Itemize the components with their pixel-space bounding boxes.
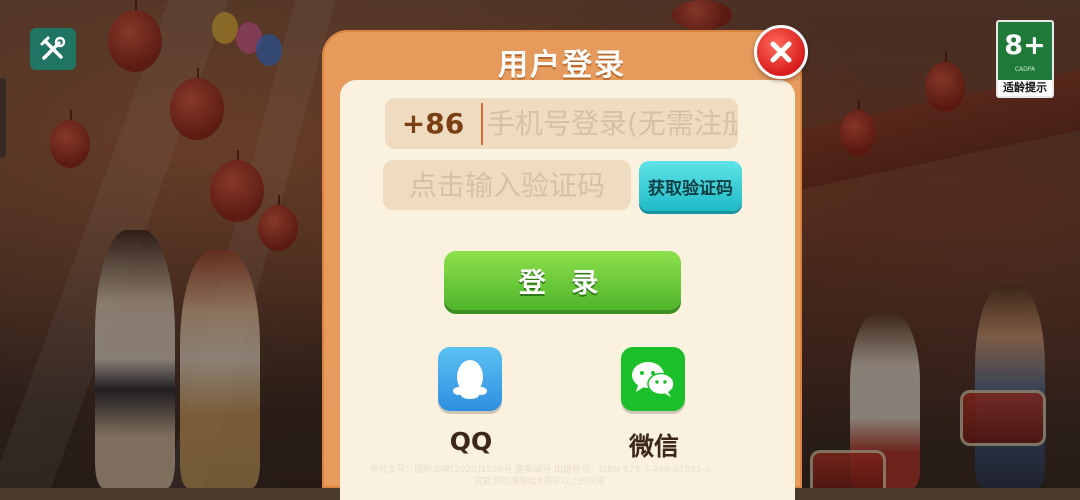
qq-label: QQ [449,427,493,456]
country-code[interactable]: +86 [385,107,481,140]
wechat-label: 微信 [628,432,679,461]
tools-button[interactable] [30,28,76,70]
qq-login[interactable]: QQ [438,347,504,456]
dialog-title: 用户登录 [498,48,626,83]
get-code-button[interactable]: 获取验证码 [639,161,742,211]
wechat-login[interactable]: 微信 [621,347,687,463]
wechat-icon [632,362,675,397]
qq-penguin-icon [453,360,487,399]
side-edge-tab[interactable] [0,78,6,158]
phone-field: +86 [385,98,738,149]
login-button[interactable]: 登 录 [444,251,681,310]
close-button[interactable] [754,25,808,79]
verification-code-field [383,160,631,210]
age-rating-value: 8+ [1004,30,1046,61]
age-rating-badge[interactable]: 8+ CADPA 适龄提示 [996,20,1054,98]
compliance-footer: 审批文号：国新出审[2020]1558号 备案编号 出版物号：ISBN 978-… [0,464,1080,488]
phone-input[interactable] [483,107,737,140]
tools-icon [40,36,66,60]
age-rating-subtext: CADPA [1014,66,1036,73]
footer-line-1: 审批文号：国新出审[2020]1558号 备案编号 出版物号：ISBN 978-… [369,465,711,475]
qq-login-button[interactable] [438,347,502,411]
close-icon [770,41,792,63]
verification-code-input[interactable] [383,168,631,202]
wechat-login-button[interactable] [621,347,685,411]
age-rating-tag: 适龄提示 [998,80,1052,96]
footer-line-2: 这款游戏推荐给8周岁以上的玩家 [474,477,606,487]
